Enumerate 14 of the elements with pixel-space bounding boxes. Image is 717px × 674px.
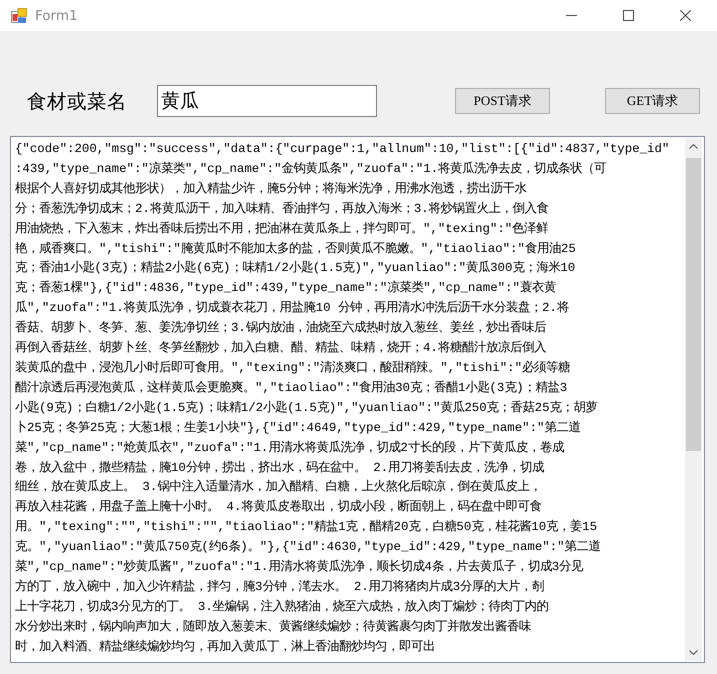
minimize-icon	[566, 15, 577, 16]
search-field[interactable]: 黄瓜	[157, 85, 377, 117]
window-title: Form1	[35, 8, 78, 24]
app-icon	[11, 8, 27, 24]
maximize-icon	[623, 10, 634, 21]
close-icon	[680, 10, 691, 21]
search-label: 食材或菜名	[27, 88, 127, 114]
request-button[interactable]: POST请求	[455, 88, 550, 114]
scrollbar-thumb[interactable]	[686, 158, 701, 451]
response-text: {"code":200,"msg":"success","data":{"curpage":1,"allnum":10,"list":[{"id":4837,"type_id" :439,"type_name":"凉菜类","cp_name":"金钩黄瓜条","zuofa":"1.将黄瓜洗净去皮，切成条状（可 根据个人喜好切成其他形状），加入精盐少许，腌5分钟；将海米洗净，用沸水泡透，捞出沥干水 分；香葱洗净切成末；2.将黄瓜沥干，加入味精、香油拌匀，再放入海米；3.将炒锅置火上，倒入食 用油烧热，下入葱末，炸出香味后捞出不用，把油淋在黄瓜条上，拌匀即可。","texing":"色泽鲜 艳，咸香爽口。","tishi":"腌黄瓜时不能加太多的盐，否则黄瓜不脆嫩。","tiaoliao":"食用油25 克；香油1小匙(3克)；精盐2小匙(6克)；味精1/2小匙(1.5克)","yuanliao":"黄瓜300克；海米10 克；香葱1棵"},{"id":4836,"type_id":439,"type_name":"凉菜类","cp_name":"蓑衣黄 瓜","zuofa":"1.将黄瓜洗净，切成蓑衣花刀，用盐腌10 分钟，再用清水冲洗后沥干水分装盘；2.将 香菇、胡萝卜、冬笋、葱、姜洗净切丝；3.锅内放油，油烧至六成热时放入葱丝、姜丝，炒出香味后 再倒入香菇丝、胡萝卜丝、冬笋丝翻炒，加入白糖、醋、精盐、味精，烧开；4.将糖醋汁放凉后倒入 装黄瓜的盘中，浸泡几小时后即可食用。","texing":"清淡爽口，酸甜稍辣。","tishi":"必须等糖 醋汁凉透后再浸泡黄瓜，这样黄瓜会更脆爽。","tiaoliao":"食用油30克；香醋1小匙(3克)；精盐3 小匙(9克)；白糖1/2小匙(1.5克)；味精1/2小匙(1.5克)","yuanliao":"黄瓜250克；香菇25克；胡萝 卜25克；冬笋25克；大葱1根；生姜1小块"},{"id":4649,"type_id":429,"type_name":"第二道 菜","cp_name":"炝黄瓜衣","zuofa":"1.用清水将黄瓜洗净，切成2寸长的段，片下黄瓜皮，卷成 卷，放入盆中，撒些精盐，腌10分钟，捞出，挤出水，码在盆中。 2.用刀将姜刮去皮，洗净，切成 细丝，放在黄瓜皮上。 3.锅中注入适量清水，加入醋精、白糖，上火熬化后晾凉，倒在黄瓜皮上， 再放入桂花酱，用盘子盖上腌十小时。 4.将黄瓜皮卷取出，切成小段，断面朝上，码在盘中即可食 用。","texing":"","tishi":"","tiaoliao":"精盐1克，醋精20克，白糖50克，桂花酱10克，姜15 克。","yuanliao":"黄瓜750克(约6条)。"},{"id":4630,"type_id":429,"type_name":"第二道 菜","cp_name":"炒黄瓜酱","zuofa":"1.用清水将黄瓜洗净，顺长切成4条，片去黄瓜子，切成3分见 方的丁，放入碗中，加入少许精盐，拌匀，腌3分钟，滗去水。 2.用刀将猪肉片成3分厚的大片，剞 上十字花刀，切成3分见方的丁。 3.坐煸锅，注入熟猪油，烧至六成热，放入肉丁煸炒；待肉丁内的 水分炒出来时，锅内响声加大，随即放入葱姜末、黄酱继续煸炒；待黄酱裹匀肉丁并散发出酱香味 时，加入料酒、精盐继续煸炒均匀，再加入黄瓜丁，淋上香油翻炒均匀，即可出	[14, 141, 670, 656]
scroll-up-icon[interactable]	[689, 144, 698, 149]
scrollbar-track[interactable]	[685, 138, 702, 661]
scroll-down-icon[interactable]	[689, 650, 698, 655]
request-button[interactable]: GET请求	[605, 88, 700, 114]
